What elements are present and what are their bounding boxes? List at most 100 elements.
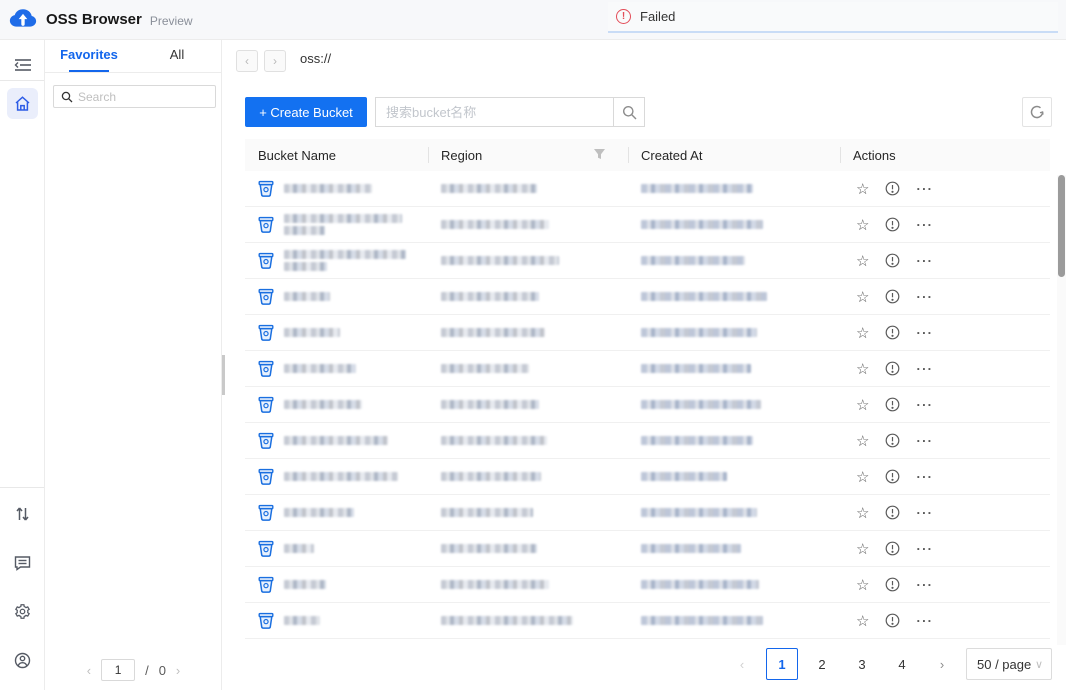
star-icon[interactable]: ☆ bbox=[856, 468, 869, 486]
info-circle-icon[interactable] bbox=[885, 505, 900, 520]
table-row[interactable]: ☆ ... bbox=[245, 351, 1050, 387]
ellipsis-icon[interactable]: ... bbox=[916, 250, 933, 265]
info-circle-icon[interactable] bbox=[885, 469, 900, 484]
panel-search-input[interactable] bbox=[78, 89, 198, 104]
bucket-name-cell[interactable] bbox=[245, 612, 428, 629]
ellipsis-icon[interactable]: ... bbox=[916, 610, 933, 625]
ellipsis-icon[interactable]: ... bbox=[916, 430, 933, 445]
star-icon[interactable]: ☆ bbox=[856, 612, 869, 630]
star-icon[interactable]: ☆ bbox=[856, 180, 869, 198]
bucket-search-button[interactable] bbox=[613, 97, 645, 127]
table-row[interactable]: ☆ ... bbox=[245, 171, 1050, 207]
tab-all[interactable]: All bbox=[133, 40, 221, 72]
bucket-name-cell[interactable] bbox=[245, 360, 428, 377]
star-icon[interactable]: ☆ bbox=[856, 504, 869, 522]
ellipsis-icon[interactable]: ... bbox=[916, 322, 933, 337]
table-row[interactable]: ☆ ... bbox=[245, 603, 1050, 639]
refresh-button[interactable] bbox=[1022, 97, 1052, 127]
info-circle-icon[interactable] bbox=[885, 289, 900, 304]
ellipsis-icon[interactable]: ... bbox=[916, 178, 933, 193]
bucket-name-redacted bbox=[284, 214, 402, 235]
ellipsis-icon[interactable]: ... bbox=[916, 574, 933, 589]
table-row[interactable]: ☆ ... bbox=[245, 279, 1050, 315]
bucket-name-cell[interactable] bbox=[245, 324, 428, 341]
message-icon[interactable] bbox=[7, 547, 38, 578]
bucket-name-cell[interactable] bbox=[245, 250, 428, 271]
star-icon[interactable]: ☆ bbox=[856, 252, 869, 270]
bucket-name-cell[interactable] bbox=[245, 504, 428, 521]
bucket-name-cell[interactable] bbox=[245, 432, 428, 449]
star-icon[interactable]: ☆ bbox=[856, 432, 869, 450]
column-header-created-at[interactable]: Created At bbox=[628, 139, 840, 171]
panel-search-box[interactable] bbox=[53, 85, 216, 108]
table-row[interactable]: ☆ ... bbox=[245, 207, 1050, 243]
table-row[interactable]: ☆ ... bbox=[245, 315, 1050, 351]
create-bucket-button[interactable]: + Create Bucket bbox=[245, 97, 367, 127]
failed-toast[interactable]: ! Failed bbox=[608, 2, 1058, 33]
info-circle-icon[interactable] bbox=[885, 253, 900, 268]
pagination-prev-icon[interactable]: ‹ bbox=[726, 648, 758, 680]
info-circle-icon[interactable] bbox=[885, 613, 900, 628]
page-size-value: 50 / page bbox=[977, 656, 1032, 672]
star-icon[interactable]: ☆ bbox=[856, 288, 869, 306]
transfer-arrows-icon[interactable] bbox=[7, 498, 38, 529]
column-header-bucket-name[interactable]: Bucket Name bbox=[245, 139, 428, 171]
table-row[interactable]: ☆ ... bbox=[245, 567, 1050, 603]
page-button-1[interactable]: 1 bbox=[766, 648, 798, 680]
user-icon[interactable] bbox=[7, 645, 38, 676]
scrollbar-thumb[interactable] bbox=[1058, 175, 1065, 277]
star-icon[interactable]: ☆ bbox=[856, 576, 869, 594]
info-circle-icon[interactable] bbox=[885, 217, 900, 232]
gear-icon[interactable] bbox=[7, 596, 38, 627]
bucket-name-cell[interactable] bbox=[245, 540, 428, 557]
panel-page-input[interactable] bbox=[101, 659, 136, 681]
info-circle-icon[interactable] bbox=[885, 325, 900, 340]
star-icon[interactable]: ☆ bbox=[856, 216, 869, 234]
info-circle-icon[interactable] bbox=[885, 577, 900, 592]
star-icon[interactable]: ☆ bbox=[856, 540, 869, 558]
panel-next-page-icon[interactable]: › bbox=[176, 663, 180, 678]
ellipsis-icon[interactable]: ... bbox=[916, 394, 933, 409]
table-row[interactable]: ☆ ... bbox=[245, 387, 1050, 423]
info-circle-icon[interactable] bbox=[885, 541, 900, 556]
column-header-region[interactable]: Region bbox=[428, 139, 628, 171]
panel-prev-page-icon[interactable]: ‹ bbox=[87, 663, 91, 678]
ellipsis-icon[interactable]: ... bbox=[916, 538, 933, 553]
table-row[interactable]: ☆ ... bbox=[245, 459, 1050, 495]
info-circle-icon[interactable] bbox=[885, 181, 900, 196]
page-button-3[interactable]: 3 bbox=[846, 648, 878, 680]
ellipsis-icon[interactable]: ... bbox=[916, 502, 933, 517]
table-row[interactable]: ☆ ... bbox=[245, 243, 1050, 279]
vertical-scrollbar[interactable] bbox=[1057, 175, 1066, 645]
page-button-4[interactable]: 4 bbox=[886, 648, 918, 680]
info-circle-icon[interactable] bbox=[885, 397, 900, 412]
star-icon[interactable]: ☆ bbox=[856, 360, 869, 378]
menu-fold-icon[interactable] bbox=[7, 49, 38, 80]
bucket-name-cell[interactable] bbox=[245, 214, 428, 235]
table-row[interactable]: ☆ ... bbox=[245, 423, 1050, 459]
ellipsis-icon[interactable]: ... bbox=[916, 286, 933, 301]
info-circle-icon[interactable] bbox=[885, 433, 900, 448]
bucket-search-input[interactable] bbox=[375, 97, 613, 127]
pagination-next-icon[interactable]: › bbox=[926, 648, 958, 680]
bucket-name-cell[interactable] bbox=[245, 288, 428, 305]
page-button-2[interactable]: 2 bbox=[806, 648, 838, 680]
star-icon[interactable]: ☆ bbox=[856, 324, 869, 342]
tab-favorites[interactable]: Favorites bbox=[45, 40, 133, 72]
ellipsis-icon[interactable]: ... bbox=[916, 358, 933, 373]
forward-button[interactable]: › bbox=[264, 50, 286, 72]
back-button[interactable]: ‹ bbox=[236, 50, 258, 72]
bucket-name-cell[interactable] bbox=[245, 180, 428, 197]
bucket-name-cell[interactable] bbox=[245, 468, 428, 485]
ellipsis-icon[interactable]: ... bbox=[916, 466, 933, 481]
bucket-name-cell[interactable] bbox=[245, 396, 428, 413]
info-circle-icon[interactable] bbox=[885, 361, 900, 376]
table-row[interactable]: ☆ ... bbox=[245, 531, 1050, 567]
table-row[interactable]: ☆ ... bbox=[245, 495, 1050, 531]
sidebar-item-home[interactable] bbox=[7, 88, 38, 119]
page-size-select[interactable]: 50 / page ∨ bbox=[966, 648, 1052, 680]
star-icon[interactable]: ☆ bbox=[856, 396, 869, 414]
bucket-name-cell[interactable] bbox=[245, 576, 428, 593]
ellipsis-icon[interactable]: ... bbox=[916, 214, 933, 229]
filter-funnel-icon[interactable] bbox=[593, 148, 606, 161]
